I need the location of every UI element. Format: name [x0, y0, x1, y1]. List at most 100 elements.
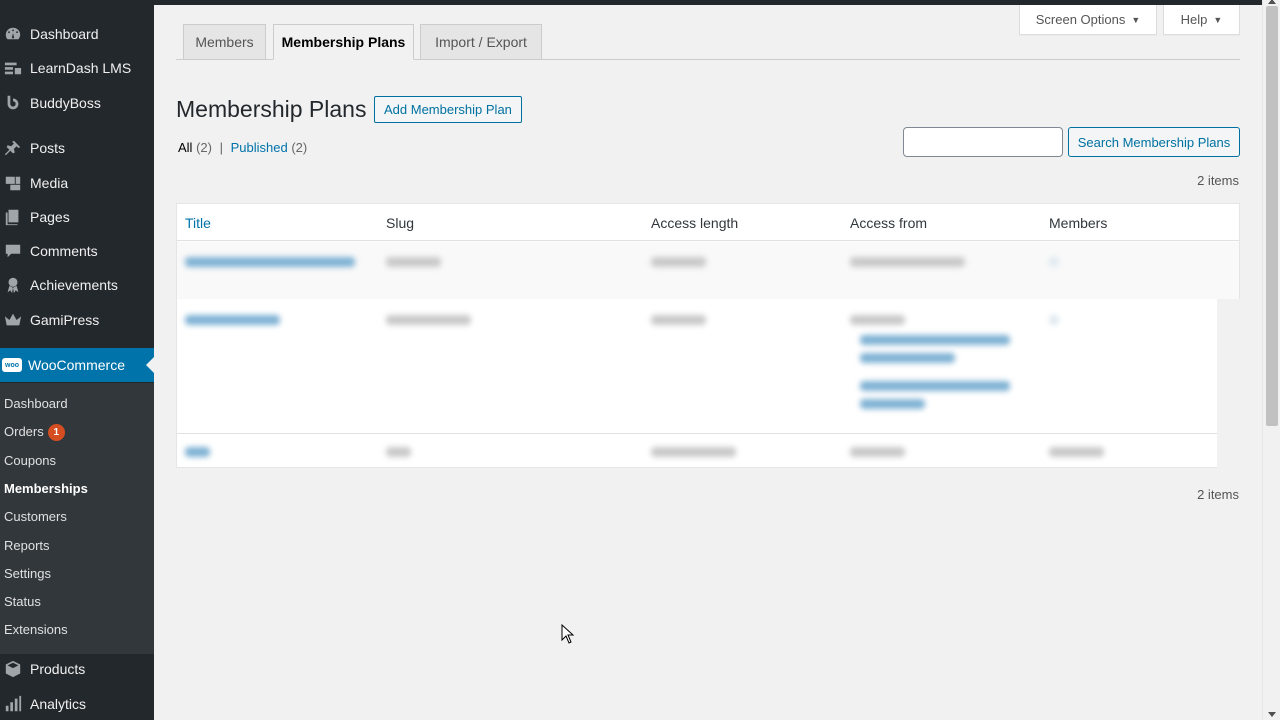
table-row[interactable]	[177, 242, 1239, 299]
blurred-slug	[386, 257, 441, 267]
submenu-item-coupons[interactable]: Coupons	[4, 451, 56, 471]
submenu-item-memberships[interactable]: Memberships	[4, 479, 88, 499]
blurred-members	[1049, 257, 1059, 267]
blurred-access-link[interactable]	[860, 381, 1010, 391]
membership-plans-table: Title Slug Access length Access from Mem…	[176, 203, 1241, 469]
blurred-plan-title[interactable]	[185, 257, 355, 267]
mouse-cursor-icon	[561, 624, 575, 644]
tab-label: Members	[195, 34, 254, 50]
blurred-access-link[interactable]	[860, 399, 925, 409]
blurred-footer-access-length	[651, 447, 736, 457]
caret-down-icon: ▼	[1213, 14, 1223, 25]
blurred-members	[1049, 315, 1059, 325]
submenu-item-settings[interactable]: Settings	[4, 564, 51, 584]
sidebar-item-achievements[interactable]: Achievements	[0, 268, 154, 302]
table-row[interactable]	[177, 299, 1239, 432]
submenu-item-status[interactable]: Status	[4, 592, 41, 612]
tab-membership-plans[interactable]: Membership Plans	[273, 24, 414, 60]
tab-members[interactable]: Members	[183, 24, 266, 60]
sidebar-item-comments[interactable]: Comments	[0, 234, 154, 268]
column-header-slug: Slug	[386, 215, 415, 231]
sidebar-item-products[interactable]: Products	[0, 652, 154, 686]
column-header-title[interactable]: Title	[185, 215, 211, 231]
sidebar-item-pages[interactable]: Pages	[0, 200, 154, 234]
scrollbar-thumb[interactable]	[1266, 6, 1278, 426]
blurred-plan-title[interactable]	[185, 315, 280, 325]
blurred-footer-slug	[386, 447, 411, 457]
submenu-item-customers[interactable]: Customers	[4, 507, 67, 527]
comments-icon	[2, 242, 24, 260]
learndash-icon	[2, 59, 24, 77]
sidebar-item-dashboard[interactable]: Dashboard	[0, 17, 154, 51]
sidebar-item-buddyboss[interactable]: BuddyBoss	[0, 86, 154, 120]
sidebar-item-analytics[interactable]: Analytics	[0, 687, 154, 720]
screen-options-button[interactable]: Screen Options ▼	[1019, 5, 1157, 35]
sidebar-item-label: Products	[30, 661, 86, 677]
scroll-down-icon[interactable]	[1268, 712, 1276, 717]
blurred-access-from	[850, 315, 905, 325]
submenu-item-reports[interactable]: Reports	[4, 536, 50, 556]
table-header: Title Slug Access length Access from Mem…	[177, 204, 1239, 241]
sidebar-item-learndash[interactable]: LearnDash LMS	[0, 51, 154, 85]
filter-all[interactable]: All	[178, 140, 192, 155]
sidebar-item-label: WooCommerce	[28, 357, 125, 373]
submenu-item-dashboard[interactable]: Dashboard	[4, 394, 68, 414]
column-header-members: Members	[1049, 215, 1108, 231]
filter-all-count: (2)	[196, 140, 212, 155]
column-header-access-length: Access length	[651, 215, 739, 231]
media-icon	[2, 174, 24, 192]
blurred-access-length	[651, 257, 706, 267]
pin-icon	[2, 139, 24, 157]
table-edge-mask	[1217, 299, 1241, 469]
status-filters: All (2) | Published (2)	[178, 140, 307, 155]
pages-icon	[2, 208, 24, 226]
admin-sidebar: Dashboard LearnDash LMS BuddyBoss Posts …	[0, 0, 154, 720]
tab-import-export[interactable]: Import / Export	[420, 24, 542, 60]
blurred-footer-title	[185, 447, 210, 457]
submenu-item-extensions[interactable]: Extensions	[4, 620, 68, 640]
filter-published-count: (2)	[291, 140, 308, 155]
products-icon	[2, 660, 24, 678]
search-input[interactable]	[903, 127, 1063, 157]
sidebar-item-label: Media	[30, 175, 69, 191]
blurred-footer-members	[1049, 447, 1104, 457]
search-membership-plans-button[interactable]: Search Membership Plans	[1068, 127, 1240, 157]
buddyboss-icon	[2, 94, 24, 112]
caret-down-icon: ▼	[1131, 14, 1141, 25]
sidebar-item-label: LearnDash LMS	[30, 60, 132, 76]
sidebar-item-woocommerce[interactable]: woo WooCommerce	[0, 348, 154, 382]
sidebar-item-gamipress[interactable]: GamiPress	[0, 303, 154, 337]
analytics-icon	[2, 695, 24, 713]
dashboard-icon	[2, 25, 24, 43]
tab-label: Import / Export	[435, 34, 527, 50]
scroll-up-icon[interactable]	[1268, 0, 1276, 4]
sidebar-item-label: Pages	[30, 209, 70, 225]
submenu-item-label: Orders	[4, 424, 44, 439]
add-membership-plan-button[interactable]: Add Membership Plan	[374, 96, 522, 123]
filter-published[interactable]: Published	[231, 140, 288, 155]
orders-count-badge: 1	[47, 424, 65, 442]
page-scrollbar[interactable]	[1262, 0, 1280, 720]
filter-separator: |	[219, 140, 223, 155]
sidebar-item-label: Comments	[30, 243, 98, 259]
sidebar-item-label: BuddyBoss	[30, 95, 101, 111]
tab-label: Membership Plans	[281, 34, 406, 50]
woo-icon: woo	[2, 358, 22, 372]
items-count-top: 2 items	[1197, 173, 1239, 188]
blurred-footer-access-from	[850, 447, 905, 457]
sidebar-item-label: Analytics	[30, 696, 87, 712]
blurred-access-from	[850, 257, 965, 267]
sidebar-item-label: GamiPress	[30, 312, 100, 328]
sidebar-item-posts[interactable]: Posts	[0, 131, 154, 165]
submenu-item-orders[interactable]: Orders 1	[4, 422, 65, 442]
column-header-access-from: Access from	[850, 215, 928, 231]
sidebar-item-label: Posts	[30, 140, 66, 156]
achievements-icon	[2, 276, 24, 294]
blurred-access-length	[651, 315, 706, 325]
blurred-access-link[interactable]	[860, 335, 1010, 345]
help-button[interactable]: Help ▼	[1163, 5, 1240, 35]
woocommerce-submenu: Dashboard Orders 1 Coupons Memberships Cu…	[0, 383, 154, 654]
table-footer	[177, 433, 1239, 468]
sidebar-item-media[interactable]: Media	[0, 166, 154, 200]
blurred-access-link[interactable]	[860, 353, 955, 363]
